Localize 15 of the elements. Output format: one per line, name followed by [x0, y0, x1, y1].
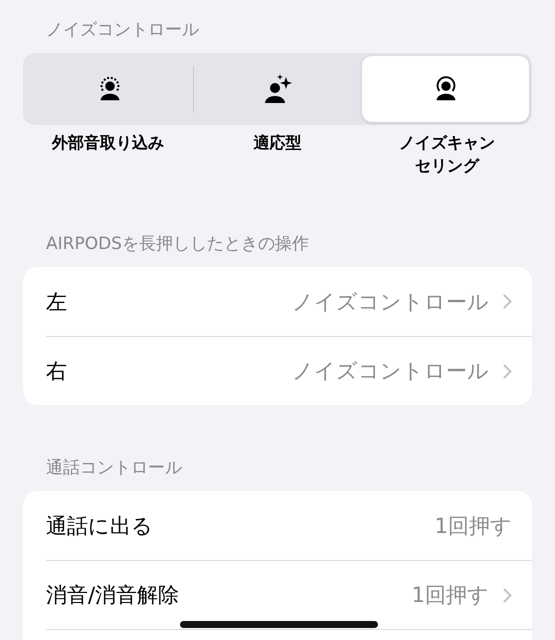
- row-value: 1回押す: [412, 582, 489, 609]
- row-label: 左: [46, 288, 68, 316]
- mode-segment[interactable]: [362, 56, 529, 122]
- row-label: 通話に出る: [46, 512, 154, 540]
- mode-label: 外部音取り込み: [52, 132, 164, 154]
- row-label: 消音/消音解除: [46, 582, 180, 609]
- row-value: 1回押す: [434, 512, 512, 540]
- section-header: ノイズコントロール: [46, 19, 200, 42]
- section-header: 通話コントロール: [46, 457, 183, 480]
- mode-label: ノイズキャンセリング: [398, 132, 496, 177]
- section-header: AIRPODSを長押ししたときの操作: [46, 233, 310, 256]
- mode-label: 適応型: [254, 132, 302, 154]
- row-label: 右: [46, 358, 68, 385]
- row-value: ノイズコントロール: [292, 288, 489, 316]
- row-value: ノイズコントロール: [292, 358, 489, 385]
